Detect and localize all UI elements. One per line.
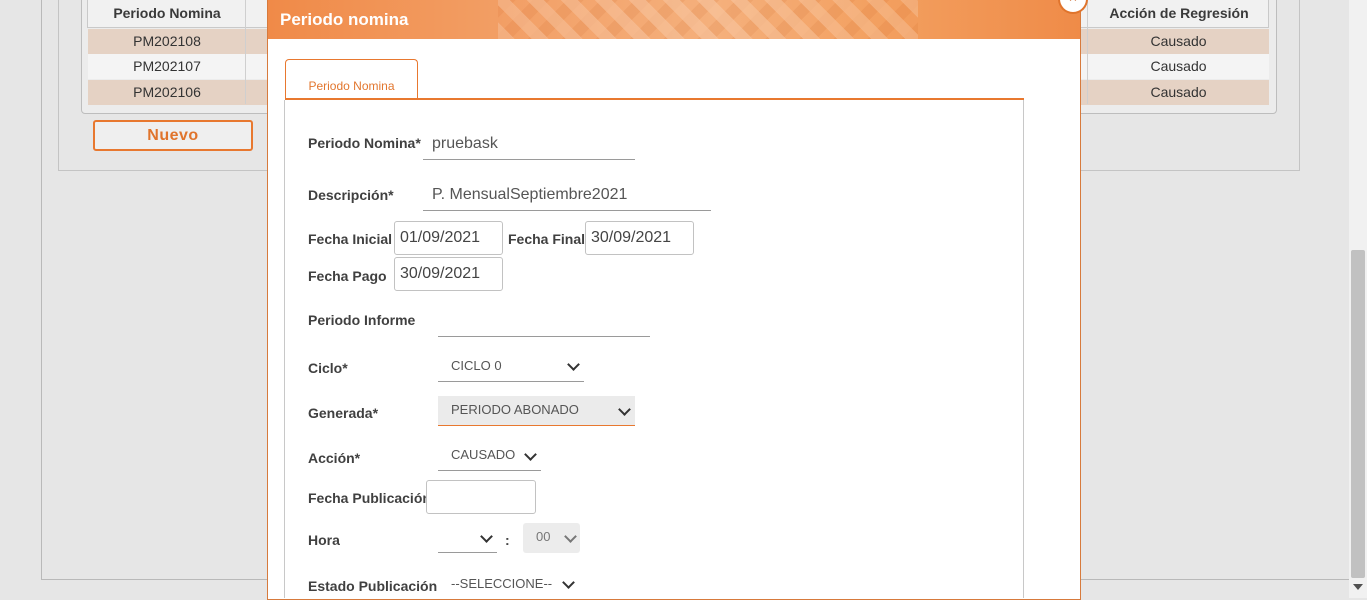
cell-accion: Causado xyxy=(1150,84,1207,100)
fecha-inicial-label: Fecha Inicial * xyxy=(308,231,402,247)
fecha-final-input[interactable] xyxy=(585,221,694,255)
hora-label: Hora xyxy=(308,532,340,548)
page-scrollbar-thumb[interactable] xyxy=(1351,250,1365,578)
estado-publicacion-selected-value: --SELECCIONE-- xyxy=(451,576,553,591)
estado-publicacion-label: Estado Publicación xyxy=(308,578,438,594)
minute-select[interactable]: 00 xyxy=(523,523,580,553)
cell-periodo: PM202106 xyxy=(133,84,201,100)
generada-selected-value: PERIODO ABONADO xyxy=(451,402,579,417)
chevron-down-icon xyxy=(562,576,575,589)
chevron-down-icon xyxy=(524,448,537,461)
tab-content-panel xyxy=(284,100,1024,598)
cell-accion: Causado xyxy=(1150,33,1207,49)
column-header-accion-regresion[interactable]: Acción de Regresión xyxy=(1088,0,1270,27)
ciclo-selected-value: CICLO 0 xyxy=(451,358,502,373)
hour-select[interactable] xyxy=(438,523,497,553)
ciclo-label: Ciclo* xyxy=(308,360,348,376)
tab-periodo-nomina[interactable]: Periodo Nomina xyxy=(285,59,418,100)
time-separator: : xyxy=(505,532,510,548)
periodo-informe-label: Periodo Informe xyxy=(308,312,416,328)
cell-periodo: PM202107 xyxy=(133,58,201,74)
column-divider xyxy=(245,0,246,104)
scroll-down-arrow-icon[interactable] xyxy=(1353,584,1363,590)
periodo-nomina-label: Periodo Nomina* xyxy=(308,135,421,151)
accion-select[interactable]: CAUSADO xyxy=(438,441,541,471)
header-pattern xyxy=(498,0,918,39)
new-button[interactable]: Nuevo xyxy=(93,120,253,151)
chevron-down-icon xyxy=(564,530,577,543)
close-icon: × xyxy=(1069,0,1077,5)
dialog-header[interactable]: Periodo nomina xyxy=(268,0,1080,39)
chevron-down-icon xyxy=(480,530,493,543)
fecha-publicacion-input[interactable] xyxy=(426,480,536,514)
estado-publicacion-select[interactable]: --SELECCIONE-- xyxy=(438,570,578,600)
chevron-down-icon xyxy=(567,358,580,371)
generada-label: Generada* xyxy=(308,405,379,421)
chevron-down-icon xyxy=(618,403,631,416)
periodo-nomina-input[interactable] xyxy=(423,128,635,160)
fecha-pago-input[interactable] xyxy=(394,257,503,291)
dialog-title: Periodo nomina xyxy=(280,10,409,29)
accion-label: Acción* xyxy=(308,450,361,466)
fecha-publicacion-label: Fecha Publicación xyxy=(308,490,431,506)
accion-selected-value: CAUSADO xyxy=(451,447,516,462)
fecha-pago-label: Fecha Pago xyxy=(308,268,387,284)
ciclo-select[interactable]: CICLO 0 xyxy=(438,352,584,382)
descripcion-label: Descripción* xyxy=(308,187,394,203)
generada-select[interactable]: PERIODO ABONADO xyxy=(438,396,635,426)
minute-selected-value: 00 xyxy=(536,529,551,544)
fecha-inicial-input[interactable] xyxy=(394,221,503,255)
periodo-informe-input[interactable] xyxy=(438,305,650,337)
cell-accion: Causado xyxy=(1150,58,1207,74)
column-divider xyxy=(1087,0,1088,104)
column-header-periodo[interactable]: Periodo Nomina xyxy=(88,0,246,27)
fecha-final-label: Fecha Final* xyxy=(508,231,591,247)
cell-periodo: PM202108 xyxy=(133,33,201,49)
descripcion-input[interactable] xyxy=(423,179,711,211)
